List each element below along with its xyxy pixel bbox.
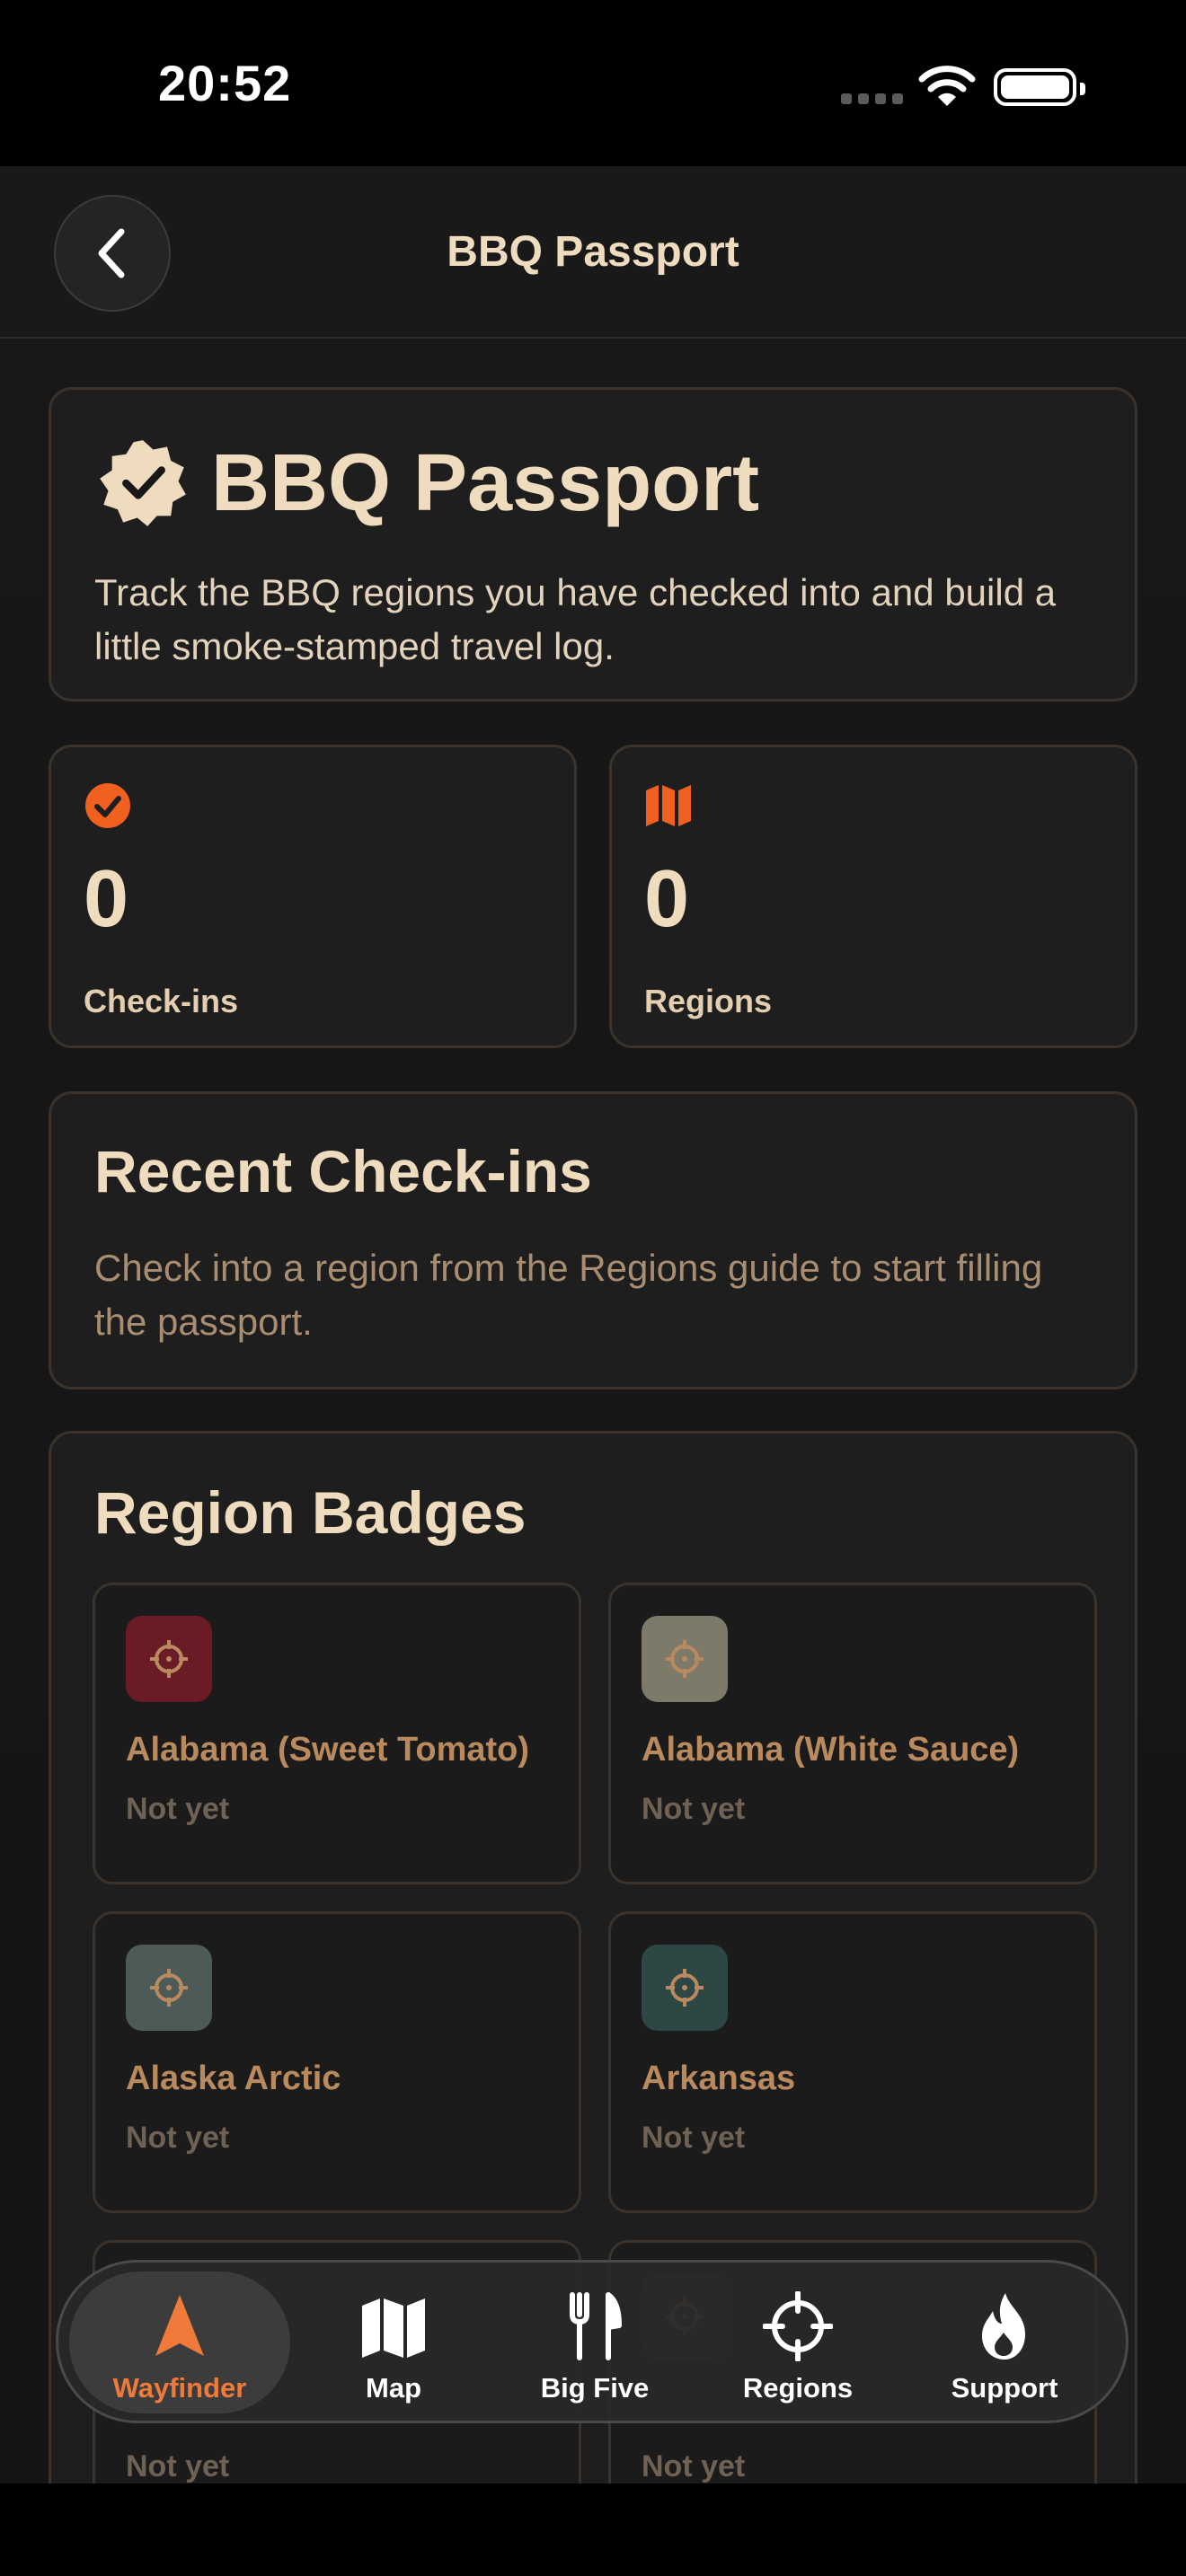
badge-name: Alabama (White Sauce)	[642, 1731, 1020, 1769]
tab-label: Regions	[742, 2372, 854, 2404]
regions-count: 0	[644, 854, 690, 944]
badge-icon-tile	[126, 1945, 212, 2031]
navigation-bar: BBQ Passport	[0, 166, 1186, 339]
badge-status: Not yet	[642, 2121, 746, 2155]
wifi-icon	[918, 66, 976, 106]
checkins-stat-card: 0 Check-ins	[49, 745, 577, 1048]
badge-icon-tile	[642, 1945, 728, 2031]
badge-icon-tile	[642, 1616, 728, 1702]
checkins-count: 0	[84, 854, 129, 944]
navigation-arrow-icon	[155, 2295, 204, 2356]
recent-checkins-empty-message: Check into a region from the Regions gui…	[94, 1247, 1043, 1343]
tab-big-five[interactable]: Big Five	[484, 2272, 705, 2413]
regions-label: Regions	[644, 983, 773, 1019]
badge-name: Alabama (Sweet Tomato)	[126, 1731, 530, 1769]
badge-name: Alaska Arctic	[126, 2060, 341, 2097]
status-bar: 20:52	[0, 0, 1186, 166]
badge-status: Not yet	[642, 1792, 746, 1826]
badge-icon-tile	[126, 1616, 212, 1702]
crosshair-icon	[666, 1969, 704, 2007]
hero-description: Track the BBQ regions you have checked i…	[94, 571, 1057, 667]
tab-support[interactable]: Support	[894, 2272, 1115, 2413]
recent-checkins-title: Recent Check-ins	[94, 1138, 592, 1204]
checkins-label: Check-ins	[84, 983, 239, 1019]
tab-regions[interactable]: Regions	[687, 2272, 908, 2413]
region-badge[interactable]: Alabama (Sweet Tomato) Not yet	[93, 1583, 581, 1884]
verified-seal-icon	[100, 440, 186, 526]
badge-status: Not yet	[642, 2449, 746, 2483]
tab-wayfinder[interactable]: Wayfinder	[69, 2272, 290, 2413]
badge-status: Not yet	[126, 2121, 230, 2155]
tab-map[interactable]: Map	[283, 2272, 504, 2413]
tab-label: Support	[951, 2372, 1058, 2404]
badge-status: Not yet	[126, 1792, 230, 1826]
recent-checkins-card: Recent Check-ins Check into a region fro…	[49, 1091, 1137, 1389]
battery-icon	[994, 68, 1085, 106]
status-time: 20:52	[158, 55, 292, 111]
badge-status: Not yet	[126, 2449, 230, 2483]
region-badge[interactable]: Alabama (White Sauce) Not yet	[608, 1583, 1097, 1884]
passport-hero-card: BBQ Passport Track the BBQ regions you h…	[49, 387, 1137, 701]
checkmark-circle-icon	[85, 783, 130, 828]
crosshair-icon	[150, 1969, 188, 2007]
flame-icon	[982, 2293, 1025, 2360]
fork-knife-icon	[570, 2292, 622, 2360]
hero-title: BBQ Passport	[211, 437, 760, 528]
crosshair-icon	[763, 2291, 833, 2361]
crosshair-icon	[150, 1640, 188, 1678]
map-icon	[362, 2298, 425, 2358]
tab-bar: Wayfinder Map Big Five Regions Support	[56, 2260, 1128, 2423]
region-badges-title: Region Badges	[94, 1479, 527, 1546]
region-badge[interactable]: Arkansas Not yet	[608, 1911, 1097, 2213]
home-indicator-area	[0, 2483, 1186, 2576]
map-icon	[646, 785, 691, 826]
app-screen: BBQ Passport BBQ Passport Track the BBQ …	[0, 166, 1186, 2483]
crosshair-icon	[666, 1640, 704, 1678]
tab-label: Map	[366, 2372, 421, 2404]
tab-label: Big Five	[540, 2372, 650, 2404]
badge-name: Arkansas	[642, 2060, 796, 2097]
region-badge[interactable]: Alaska Arctic Not yet	[93, 1911, 581, 2213]
tab-label: Wayfinder	[112, 2372, 247, 2404]
regions-stat-card: 0 Regions	[609, 745, 1137, 1048]
nav-title: BBQ Passport	[447, 228, 739, 276]
cellular-signal-icon	[841, 93, 903, 104]
